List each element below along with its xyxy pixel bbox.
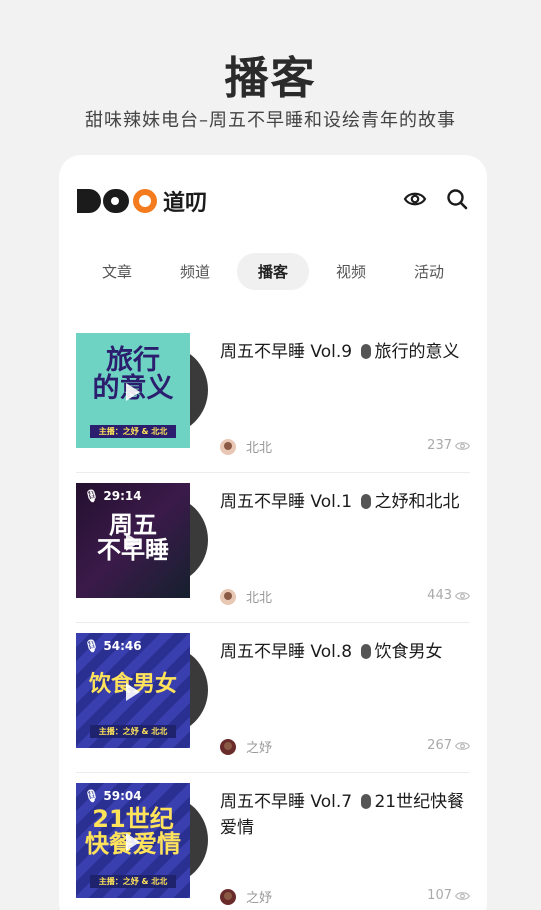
tab-videos[interactable]: 视频: [315, 253, 387, 290]
episode-author[interactable]: 北北: [220, 587, 272, 606]
avatar: [220, 588, 236, 605]
eye-icon: [455, 441, 470, 450]
tab-articles[interactable]: 文章: [81, 253, 153, 290]
episode-title-suffix: 旅行的意义: [374, 342, 460, 362]
episode-title-suffix: 之妤和北北: [374, 492, 460, 512]
episode-cover[interactable]: 旅行 的意义 主播：之妤 & 北北: [76, 333, 211, 448]
logo-text: 道叨: [163, 191, 208, 216]
app-header: 道叨: [77, 183, 469, 219]
list-item[interactable]: 旅行 的意义 主播：之妤 & 北北 周五不早睡 Vol.9 旅行的意义 北北 2…: [76, 323, 470, 473]
category-tabs: 文章 频道 播客 视频 活动: [59, 253, 487, 290]
episode-title[interactable]: 周五不早睡 Vol.9 旅行的意义: [220, 339, 470, 365]
avatar: [220, 738, 236, 755]
eye-icon: [455, 891, 470, 900]
episode-title-prefix: 周五不早睡 Vol.8: [220, 642, 358, 662]
tab-channels[interactable]: 频道: [159, 253, 231, 290]
episode-duration: 🎙 29:14: [84, 489, 142, 503]
episode-title[interactable]: 周五不早睡 Vol.1 之妤和北北: [220, 489, 470, 515]
eye-icon[interactable]: [403, 187, 427, 211]
app-screen: 道叨 文章 频道 播客 视频 活动 旅行 的意义 主播：之妤 & 北北 周五不早…: [59, 155, 487, 910]
episode-title[interactable]: 周五不早睡 Vol.8 饮食男女: [220, 639, 470, 665]
page-subtitle: 甜味辣妹电台–周五不早睡和设绘青年的故事: [85, 110, 456, 131]
view-count: 107: [427, 888, 470, 903]
logo-mark-icon: [77, 189, 157, 213]
episode-title-suffix: 饮食男女: [374, 642, 443, 662]
avatar: [220, 888, 236, 905]
play-icon[interactable]: [126, 683, 140, 701]
cover-host-strip: 主播：之妤 & 北北: [90, 425, 176, 438]
page-title: 播客: [224, 53, 317, 104]
episode-duration: 🎙 54:46: [84, 639, 142, 653]
episode-cover[interactable]: 🎙 54:46 饮食男女 主播：之妤 & 北北: [76, 633, 211, 748]
view-count-value: 237: [427, 438, 452, 453]
play-icon[interactable]: [126, 833, 140, 851]
list-item[interactable]: 🎙 54:46 饮食男女 主播：之妤 & 北北 周五不早睡 Vol.8 饮食男女…: [76, 623, 470, 773]
episode-title-prefix: 周五不早睡 Vol.7: [220, 792, 358, 812]
view-count-value: 107: [427, 888, 452, 903]
list-item[interactable]: 🎙 59:04 21世纪 快餐爱情 主播：之妤 & 北北 周五不早睡 Vol.7…: [76, 773, 470, 910]
episode-cover[interactable]: 🎙 59:04 21世纪 快餐爱情 主播：之妤 & 北北: [76, 783, 211, 898]
episode-title-prefix: 周五不早睡 Vol.1: [220, 492, 358, 512]
episode-author[interactable]: 北北: [220, 437, 272, 456]
microphone-icon: [361, 344, 372, 359]
episode-title-prefix: 周五不早睡 Vol.9: [220, 342, 358, 362]
author-name: 北北: [246, 591, 273, 606]
list-item[interactable]: 🎙 29:14 周五 不早睡 周五不早睡 Vol.1 之妤和北北 北北 443: [76, 473, 470, 623]
avatar: [220, 438, 236, 455]
eye-icon: [455, 741, 470, 750]
episode-duration: 🎙 59:04: [84, 789, 142, 803]
view-count-value: 267: [427, 738, 452, 753]
view-count: 443: [427, 588, 470, 603]
microphone-icon: [361, 644, 372, 659]
episode-cover[interactable]: 🎙 29:14 周五 不早睡: [76, 483, 211, 598]
play-icon[interactable]: [126, 533, 140, 551]
tab-events[interactable]: 活动: [393, 253, 465, 290]
view-count-value: 443: [427, 588, 452, 603]
eye-icon: [455, 591, 470, 600]
author-name: 之妤: [246, 891, 273, 906]
view-count: 237: [427, 438, 470, 453]
cover-host-strip: 主播：之妤 & 北北: [90, 725, 176, 738]
cover-host-strip: 主播：之妤 & 北北: [90, 875, 176, 888]
author-name: 之妤: [246, 741, 273, 756]
episode-author[interactable]: 之妤: [220, 737, 272, 756]
episode-author[interactable]: 之妤: [220, 887, 272, 906]
microphone-icon: [361, 794, 372, 809]
search-icon[interactable]: [445, 187, 469, 211]
microphone-icon: [361, 494, 372, 509]
view-count: 267: [427, 738, 470, 753]
tab-podcasts[interactable]: 播客: [236, 253, 309, 290]
app-logo[interactable]: 道叨: [77, 185, 207, 217]
episode-list: 旅行 的意义 主播：之妤 & 北北 周五不早睡 Vol.9 旅行的意义 北北 2…: [76, 323, 470, 910]
play-icon[interactable]: [126, 383, 140, 401]
author-name: 北北: [246, 441, 273, 456]
episode-title[interactable]: 周五不早睡 Vol.7 21世纪快餐爱情: [220, 789, 470, 841]
